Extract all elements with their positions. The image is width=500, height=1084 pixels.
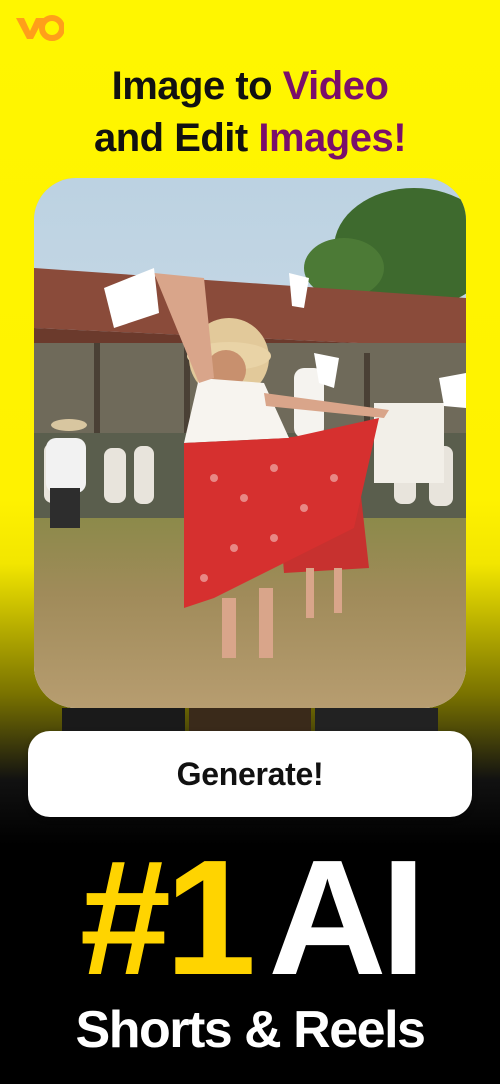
tagline: Shorts & Reels [75, 1001, 426, 1059]
rank-ai-text: AI [268, 826, 426, 1009]
rank-badge: #1 AI [0, 836, 500, 1000]
app-logo [14, 12, 65, 42]
generate-button[interactable]: Generate! [28, 731, 472, 817]
headline-accent-video: Video [282, 64, 389, 108]
generate-button-label: Generate! [176, 755, 324, 792]
rank-number: #1 [79, 826, 256, 1009]
headline-text: and Edit [93, 116, 259, 160]
headline-line-2: and Edit Images! [0, 112, 500, 164]
headline-text: Image to [111, 64, 283, 108]
vo-logo-icon [16, 15, 65, 41]
headline: Image to Video and Edit Images! [0, 60, 500, 164]
headline-accent-images: Images! [258, 116, 407, 160]
dancer-photo-image [34, 178, 466, 708]
headline-line-1: Image to Video [0, 60, 500, 112]
sample-photo [34, 178, 466, 708]
